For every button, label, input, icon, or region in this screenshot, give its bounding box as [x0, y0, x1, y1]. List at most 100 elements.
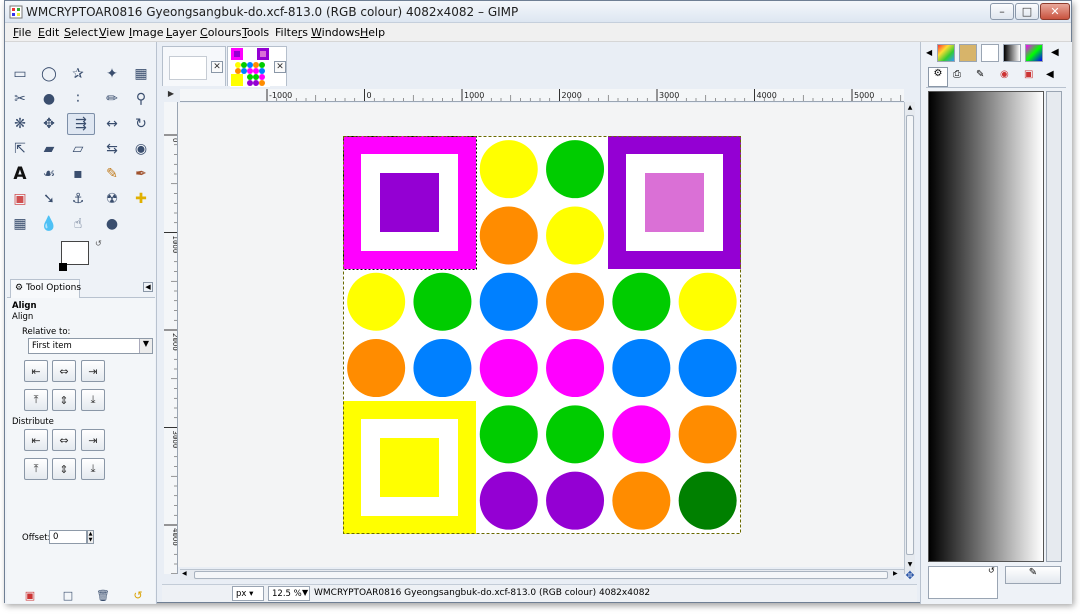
- menu-help[interactable]: Help: [360, 26, 385, 39]
- horizontal-ruler[interactable]: -1000 0 1000 2000 3000 4000 5000: [180, 89, 904, 102]
- colors-dialog-icon[interactable]: [937, 44, 955, 62]
- distribute-right-button[interactable]: ⇥: [81, 429, 105, 451]
- panel-menu-icon[interactable]: ◀: [1051, 47, 1059, 58]
- blend-tool-icon[interactable]: ▪: [67, 163, 89, 185]
- menu-colours[interactable]: Colours: [200, 26, 241, 39]
- image-canvas[interactable]: [343, 136, 741, 534]
- distribute-left-button[interactable]: ⇤: [24, 429, 48, 451]
- paths-tool-icon[interactable]: ∶: [67, 88, 89, 110]
- delete-tool-preset-icon[interactable]: 🗑: [92, 584, 114, 606]
- offset-spinner[interactable]: ▲ ▼: [87, 530, 94, 544]
- move-tool-icon[interactable]: ✥: [38, 113, 60, 135]
- scroll-right-icon[interactable]: ▶: [893, 570, 898, 577]
- palette-tab-icon[interactable]: ▣: [1024, 69, 1033, 80]
- shear-tool-icon[interactable]: ▰: [38, 138, 60, 160]
- align-middle-vertical-button[interactable]: ⇕: [52, 389, 76, 411]
- minimize-button[interactable]: –: [990, 3, 1014, 20]
- horizontal-scroll-thumb[interactable]: [194, 571, 888, 579]
- device-status-tab-icon[interactable]: ⎙: [953, 69, 961, 80]
- fg-bg-colors[interactable]: ↺: [59, 239, 105, 275]
- restore-tool-preset-icon[interactable]: □: [57, 584, 79, 606]
- color-tab-icon[interactable]: ◉: [1000, 69, 1009, 80]
- close-icon[interactable]: ✕: [274, 61, 286, 73]
- ink-tool-icon[interactable]: ⚓: [67, 188, 89, 210]
- align-bottom-edge-button[interactable]: ⤓: [81, 389, 105, 411]
- horizontal-scrollbar[interactable]: ◀ ▶: [180, 569, 904, 580]
- scissors-tool-icon[interactable]: ✂: [9, 88, 31, 110]
- align-tool-icon[interactable]: ⇶: [67, 113, 95, 135]
- crop-tool-icon[interactable]: ↔: [101, 113, 123, 135]
- clone-tool-icon[interactable]: ☢: [101, 188, 123, 210]
- scale-tool-icon[interactable]: ⇱: [9, 138, 31, 160]
- menu-edit[interactable]: Edit: [38, 26, 59, 39]
- distribute-middle-button[interactable]: ⇕: [52, 458, 76, 480]
- chevron-down-icon[interactable]: ▼: [302, 588, 308, 597]
- eraser-tool-icon[interactable]: ▣: [9, 188, 31, 210]
- menu-image[interactable]: Image: [129, 26, 163, 39]
- fuzzy-select-tool-icon[interactable]: ✦: [101, 63, 123, 85]
- vertical-ruler[interactable]: 0 1000 2000 3000 4000: [164, 102, 178, 574]
- maximize-button[interactable]: □: [1015, 3, 1039, 20]
- image-tab-active[interactable]: ✕: [227, 46, 287, 87]
- heal-tool-icon[interactable]: ✚: [130, 188, 152, 210]
- vertical-scrollbar[interactable]: ▲ ▼: [904, 102, 915, 574]
- edit-button[interactable]: ✎: [1005, 566, 1061, 584]
- align-right-edge-button[interactable]: ⇥: [81, 360, 105, 382]
- rotate-tool-icon[interactable]: ↻: [130, 113, 152, 135]
- dock-vertical-scrollbar[interactable]: [1046, 91, 1062, 562]
- relative-to-select[interactable]: First item ▼: [28, 338, 153, 354]
- perspective-tool-icon[interactable]: ▱: [67, 138, 89, 160]
- color-picker-tool-icon[interactable]: ✏: [101, 88, 123, 110]
- swap-colors-icon[interactable]: ↺: [988, 566, 995, 575]
- text-tool-icon[interactable]: A: [9, 163, 31, 185]
- palettes-dialog-icon[interactable]: [1025, 44, 1043, 62]
- menu-view[interactable]: View: [99, 26, 125, 39]
- unit-select[interactable]: px ▾: [232, 586, 264, 601]
- dodge-burn-tool-icon[interactable]: ●: [101, 213, 123, 235]
- flip-tool-icon[interactable]: ⇆: [101, 138, 123, 160]
- distribute-center-button[interactable]: ⇔: [52, 429, 76, 451]
- swap-colors-icon[interactable]: ↺: [95, 239, 102, 248]
- select-by-color-tool-icon[interactable]: ▦: [130, 63, 152, 85]
- distribute-top-button[interactable]: ⤒: [24, 458, 48, 480]
- scroll-left-icon[interactable]: ◀: [182, 570, 187, 577]
- distribute-bottom-button[interactable]: ⤓: [81, 458, 105, 480]
- zoom-tool-icon[interactable]: ⚲: [130, 88, 152, 110]
- scroll-up-icon[interactable]: ▲: [906, 104, 914, 112]
- menu-layer[interactable]: Layer: [166, 26, 197, 39]
- close-icon[interactable]: ✕: [211, 61, 223, 73]
- more-tab-icon[interactable]: ◀: [1046, 69, 1054, 80]
- measure-tool-icon[interactable]: ❋: [9, 113, 31, 135]
- tab-tool-options[interactable]: ⚙ Tool Options: [10, 279, 81, 298]
- foreground-select-tool-icon[interactable]: ●: [38, 88, 60, 110]
- navigate-icon[interactable]: ✥: [904, 569, 916, 582]
- reset-colors-icon[interactable]: [59, 263, 67, 271]
- bucket-fill-tool-icon[interactable]: ☙: [38, 163, 60, 185]
- offset-input[interactable]: 0: [49, 530, 87, 544]
- cage-transform-tool-icon[interactable]: ◉: [130, 138, 152, 160]
- perspective-clone-tool-icon[interactable]: ▦: [9, 213, 31, 235]
- image-tab-blank[interactable]: ✕: [162, 46, 226, 86]
- foreground-color-swatch[interactable]: [61, 241, 89, 265]
- airbrush-tool-icon[interactable]: ➘: [38, 188, 60, 210]
- gradients-dialog-icon[interactable]: [1003, 44, 1021, 62]
- patterns-dialog-icon[interactable]: [981, 44, 999, 62]
- paintbrush-tool-icon[interactable]: ✒: [130, 163, 152, 185]
- brushes-dialog-icon[interactable]: [959, 44, 977, 62]
- blur-tool-icon[interactable]: 💧: [38, 213, 60, 235]
- panel-menu-icon[interactable]: ◀: [143, 282, 153, 292]
- align-left-edge-button[interactable]: ⇤: [24, 360, 48, 382]
- menu-select[interactable]: Select: [64, 26, 98, 39]
- gradient-preview[interactable]: [928, 91, 1044, 562]
- menu-file[interactable]: File: [13, 26, 31, 39]
- align-center-horizontal-button[interactable]: ⇔: [52, 360, 76, 382]
- dock-menu-icon[interactable]: ◀: [926, 48, 932, 57]
- quick-mask-corner-icon[interactable]: ▶: [164, 89, 178, 102]
- menu-tools[interactable]: Tools: [242, 26, 269, 39]
- vertical-scroll-thumb[interactable]: [906, 115, 914, 555]
- save-tool-preset-icon[interactable]: ▣: [19, 584, 41, 606]
- pencil-tool-icon[interactable]: ✎: [101, 163, 123, 185]
- rect-select-tool-icon[interactable]: ▭: [9, 63, 31, 85]
- tool-options-tab-icon[interactable]: ⚙: [928, 67, 948, 87]
- scroll-down-icon[interactable]: ▼: [906, 561, 914, 569]
